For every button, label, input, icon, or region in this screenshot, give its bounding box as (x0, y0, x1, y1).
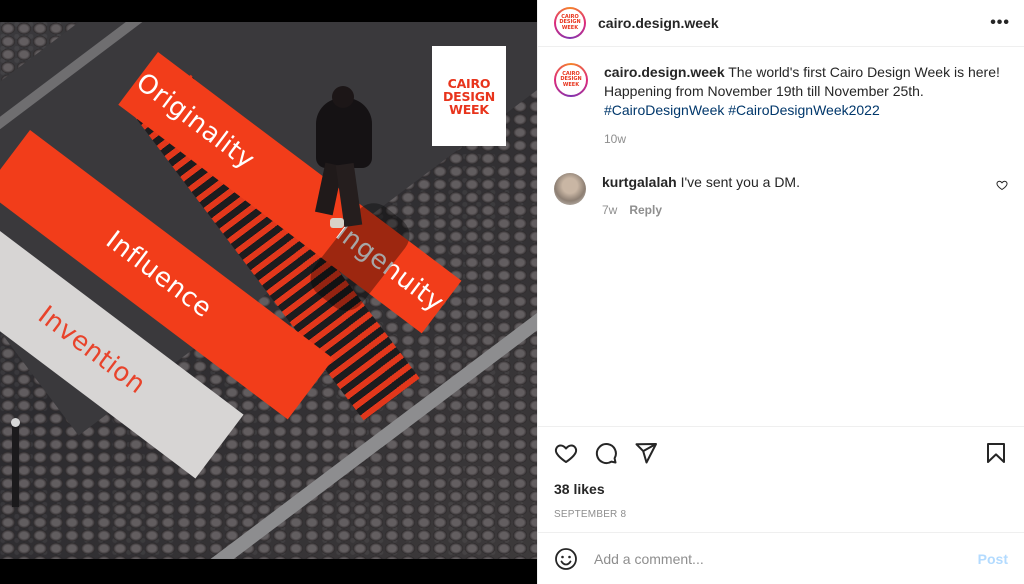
post-actions: 38 likes SEPTEMBER 8 (538, 426, 1024, 520)
caption: CAIRO DESIGN WEEK cairo.design.week The … (554, 63, 1008, 149)
post-dialog: Originality Ingenuity Influence Inventio… (0, 0, 1024, 584)
post-sidebar: CAIRO DESIGN WEEK cairo.design.week ••• … (537, 0, 1024, 584)
comment-icon[interactable] (594, 441, 618, 465)
cairo-design-week-logo: CAIRO DESIGN WEEK (432, 46, 506, 146)
heart-icon[interactable] (554, 441, 578, 465)
reply-button[interactable]: Reply (629, 201, 662, 219)
logo-line-3: WEEK (449, 101, 489, 117)
logo-line-1: CAIRO (447, 75, 491, 91)
comment-age: 7w (602, 203, 618, 217)
share-icon[interactable] (634, 441, 658, 465)
caption-avatar[interactable]: CAIRO DESIGN WEEK (554, 63, 588, 97)
emoji-icon[interactable] (554, 547, 578, 571)
pedestrian-figure (308, 86, 378, 240)
post-comment-button[interactable]: Post (978, 551, 1008, 567)
add-comment-bar: Post (538, 532, 1024, 584)
avatar-logo-line-3: WEEK (561, 24, 579, 31)
more-options-icon[interactable]: ••• (990, 14, 1010, 32)
comment-like-heart-icon[interactable] (996, 179, 1008, 191)
comment-input[interactable] (594, 550, 978, 567)
post-header: CAIRO DESIGN WEEK cairo.design.week ••• (538, 0, 1024, 47)
likes-count[interactable]: 38 likes (554, 481, 1008, 497)
post-image[interactable]: Originality Ingenuity Influence Inventio… (0, 22, 537, 559)
hashtag-link[interactable]: #CairoDesignWeek (604, 102, 724, 118)
caption-username[interactable]: cairo.design.week (604, 64, 725, 80)
comment: kurtgalalah I've sent you a DM. 7w Reply (554, 173, 1008, 219)
author-username[interactable]: cairo.design.week (598, 15, 719, 31)
bookmark-icon[interactable] (984, 441, 1008, 465)
comment-username[interactable]: kurtgalalah (602, 174, 677, 190)
post-date: SEPTEMBER 8 (554, 509, 627, 520)
post-media: Originality Ingenuity Influence Inventio… (0, 0, 537, 584)
hashtag-link[interactable]: #CairoDesignWeek2022 (728, 102, 880, 118)
action-icons (554, 427, 1008, 479)
caption-age: 10w (604, 132, 627, 146)
comment-body: kurtgalalah I've sent you a DM. 7w Reply (602, 173, 800, 219)
comment-meta: 7w Reply (602, 201, 800, 219)
author-avatar[interactable]: CAIRO DESIGN WEEK (554, 7, 586, 39)
caption-body: cairo.design.week The world's first Cair… (604, 63, 1008, 149)
commenter-avatar[interactable] (554, 173, 586, 205)
bollard (11, 418, 20, 507)
comments-section: CAIRO DESIGN WEEK cairo.design.week The … (538, 47, 1024, 426)
comment-text: I've sent you a DM. (680, 174, 800, 190)
logo-line-2: DESIGN (442, 88, 496, 104)
caption-avatar-logo-line-3: WEEK (562, 81, 580, 88)
